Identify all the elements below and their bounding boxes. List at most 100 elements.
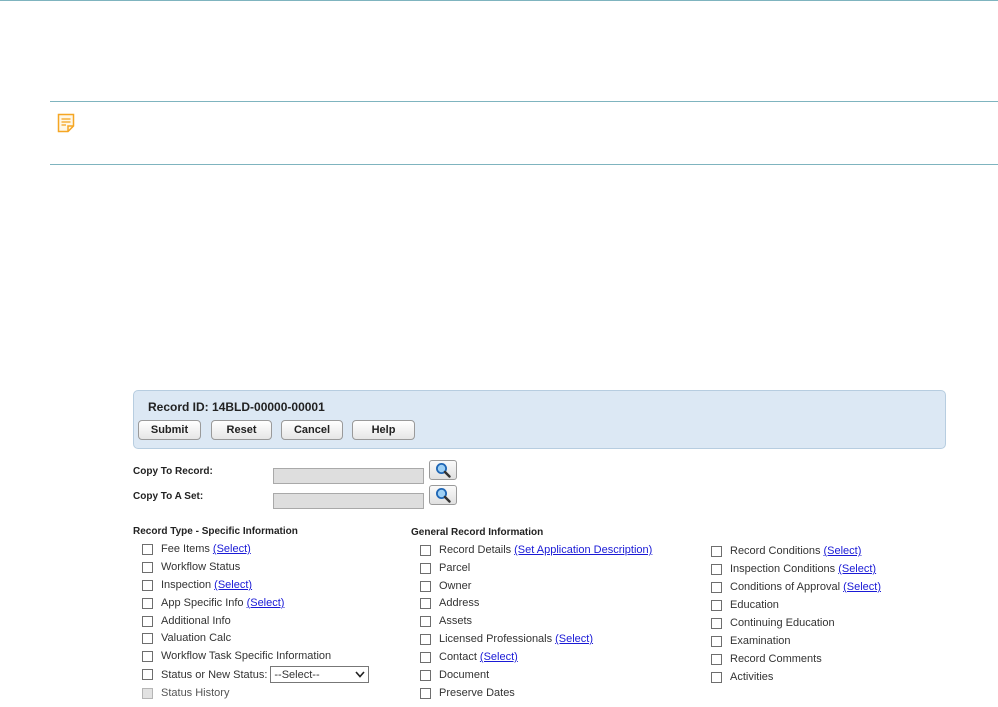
option-workflow-status[interactable]: Workflow Status xyxy=(142,560,240,574)
status-select[interactable]: --Select-- xyxy=(270,666,370,683)
option-label: Workflow Task Specific Information xyxy=(161,650,332,662)
option-label: Inspection xyxy=(161,579,212,591)
option-document[interactable]: Document xyxy=(420,668,489,682)
select-link[interactable]: (Select) xyxy=(843,581,881,593)
option-record-details[interactable]: Record Details (Set Application Descript… xyxy=(420,543,652,557)
submit-button[interactable]: Submit xyxy=(138,420,201,440)
note-icon xyxy=(57,113,75,133)
option-label: App Specific Info xyxy=(161,597,244,609)
option-inspection[interactable]: Inspection (Select) xyxy=(142,578,252,592)
checkbox[interactable] xyxy=(142,579,153,591)
option-education[interactable]: Education xyxy=(711,598,779,612)
option-label: Assets xyxy=(439,615,473,627)
select-link[interactable]: (Select) xyxy=(213,543,251,555)
option-label: Contact xyxy=(439,651,477,663)
checkbox[interactable] xyxy=(711,671,722,683)
option-label: Workflow Status xyxy=(161,561,241,573)
checkbox[interactable] xyxy=(420,651,431,663)
record-id: Record ID: 14BLD-00000-00001 xyxy=(148,400,325,414)
checkbox[interactable] xyxy=(142,669,153,680)
checkbox[interactable] xyxy=(142,632,153,644)
option-preserve-dates[interactable]: Preserve Dates xyxy=(420,686,515,700)
option-label: Continuing Education xyxy=(730,617,835,629)
checkbox[interactable] xyxy=(420,633,431,645)
copy-to-record-input[interactable] xyxy=(273,468,424,484)
option-record-comments[interactable]: Record Comments xyxy=(711,652,822,666)
copy-to-set-input[interactable] xyxy=(273,493,424,509)
checkbox[interactable] xyxy=(711,563,722,575)
checkbox-disabled xyxy=(142,687,153,699)
checkbox[interactable] xyxy=(420,597,431,609)
copy-to-record-search-button[interactable] xyxy=(429,460,457,480)
magnifier-icon xyxy=(436,463,451,478)
option-assets[interactable]: Assets xyxy=(420,614,472,628)
checkbox[interactable] xyxy=(420,669,431,681)
option-label: Inspection Conditions xyxy=(730,563,836,575)
option-additional-info[interactable]: Additional Info xyxy=(142,614,231,628)
top-divider xyxy=(0,0,998,1)
checkbox[interactable] xyxy=(420,687,431,699)
option-label: Valuation Calc xyxy=(161,632,232,644)
option-continuing-education[interactable]: Continuing Education xyxy=(711,616,835,630)
option-address[interactable]: Address xyxy=(420,596,479,610)
option-licensed-professionals[interactable]: Licensed Professionals (Select) xyxy=(420,632,593,646)
option-valuation-calc[interactable]: Valuation Calc xyxy=(142,631,231,645)
select-link[interactable]: (Select) xyxy=(247,597,285,609)
option-fee-items[interactable]: Fee Items (Select) xyxy=(142,542,251,556)
option-app-specific-info[interactable]: App Specific Info (Select) xyxy=(142,596,284,610)
checkbox[interactable] xyxy=(142,561,153,573)
checkbox[interactable] xyxy=(420,580,431,592)
reset-button[interactable]: Reset xyxy=(211,420,272,440)
option-workflow-task-specific-information[interactable]: Workflow Task Specific Information xyxy=(142,649,331,663)
checkbox[interactable] xyxy=(711,635,722,647)
option-conditions-of-approval[interactable]: Conditions of Approval (Select) xyxy=(711,580,881,594)
option-label: Owner xyxy=(439,580,472,592)
checkbox[interactable] xyxy=(711,653,722,665)
select-link[interactable]: (Select) xyxy=(555,633,593,645)
copy-to-record-label: Copy To Record: xyxy=(133,466,213,477)
option-owner[interactable]: Owner xyxy=(420,579,471,593)
option-label: Education xyxy=(730,599,779,611)
option-label: Record Details xyxy=(439,544,512,556)
option-label: Parcel xyxy=(439,562,471,574)
option-record-conditions[interactable]: Record Conditions (Select) xyxy=(711,544,861,558)
option-contact[interactable]: Contact (Select) xyxy=(420,650,518,664)
note-band xyxy=(50,101,998,165)
option-label: Fee Items xyxy=(161,543,210,555)
select-link[interactable]: (Select) xyxy=(838,563,876,575)
option-parcel[interactable]: Parcel xyxy=(420,561,470,575)
set-application-description-link[interactable]: (Set Application Description) xyxy=(514,544,652,556)
option-label: Activities xyxy=(730,671,774,683)
select-link[interactable]: (Select) xyxy=(480,651,518,663)
option-label: Preserve Dates xyxy=(439,687,515,699)
chevron-down-icon xyxy=(355,671,365,678)
select-link[interactable]: (Select) xyxy=(824,545,862,557)
option-activities[interactable]: Activities xyxy=(711,670,773,684)
option-status-history: Status History xyxy=(142,686,229,700)
option-inspection-conditions[interactable]: Inspection Conditions (Select) xyxy=(711,562,876,576)
checkbox[interactable] xyxy=(711,545,722,557)
record-type-section-title: Record Type - Specific Information xyxy=(133,526,298,537)
record-id-label: Record ID: xyxy=(148,400,209,414)
record-id-value: 14BLD-00000-00001 xyxy=(212,400,325,414)
record-header-panel: Record ID: 14BLD-00000-00001 Submit Rese… xyxy=(133,390,946,449)
copy-to-set-search-button[interactable] xyxy=(429,485,457,505)
option-examination[interactable]: Examination xyxy=(711,634,791,648)
checkbox[interactable] xyxy=(711,617,722,629)
checkbox[interactable] xyxy=(420,562,431,574)
checkbox[interactable] xyxy=(420,544,431,556)
select-link[interactable]: (Select) xyxy=(214,579,252,591)
checkbox[interactable] xyxy=(142,615,153,627)
option-label: Conditions of Approval xyxy=(730,581,841,593)
checkbox[interactable] xyxy=(711,599,722,611)
checkbox[interactable] xyxy=(711,581,722,593)
checkbox[interactable] xyxy=(420,615,431,627)
checkbox[interactable] xyxy=(142,650,153,662)
option-label: Record Conditions xyxy=(730,545,821,557)
checkbox[interactable] xyxy=(142,597,153,609)
cancel-button[interactable]: Cancel xyxy=(281,420,343,440)
option-label: Status History xyxy=(161,687,230,699)
help-button[interactable]: Help xyxy=(352,420,415,440)
option-status-or-new-status[interactable]: Status or New Status: --Select-- xyxy=(142,666,370,683)
checkbox[interactable] xyxy=(142,543,153,555)
